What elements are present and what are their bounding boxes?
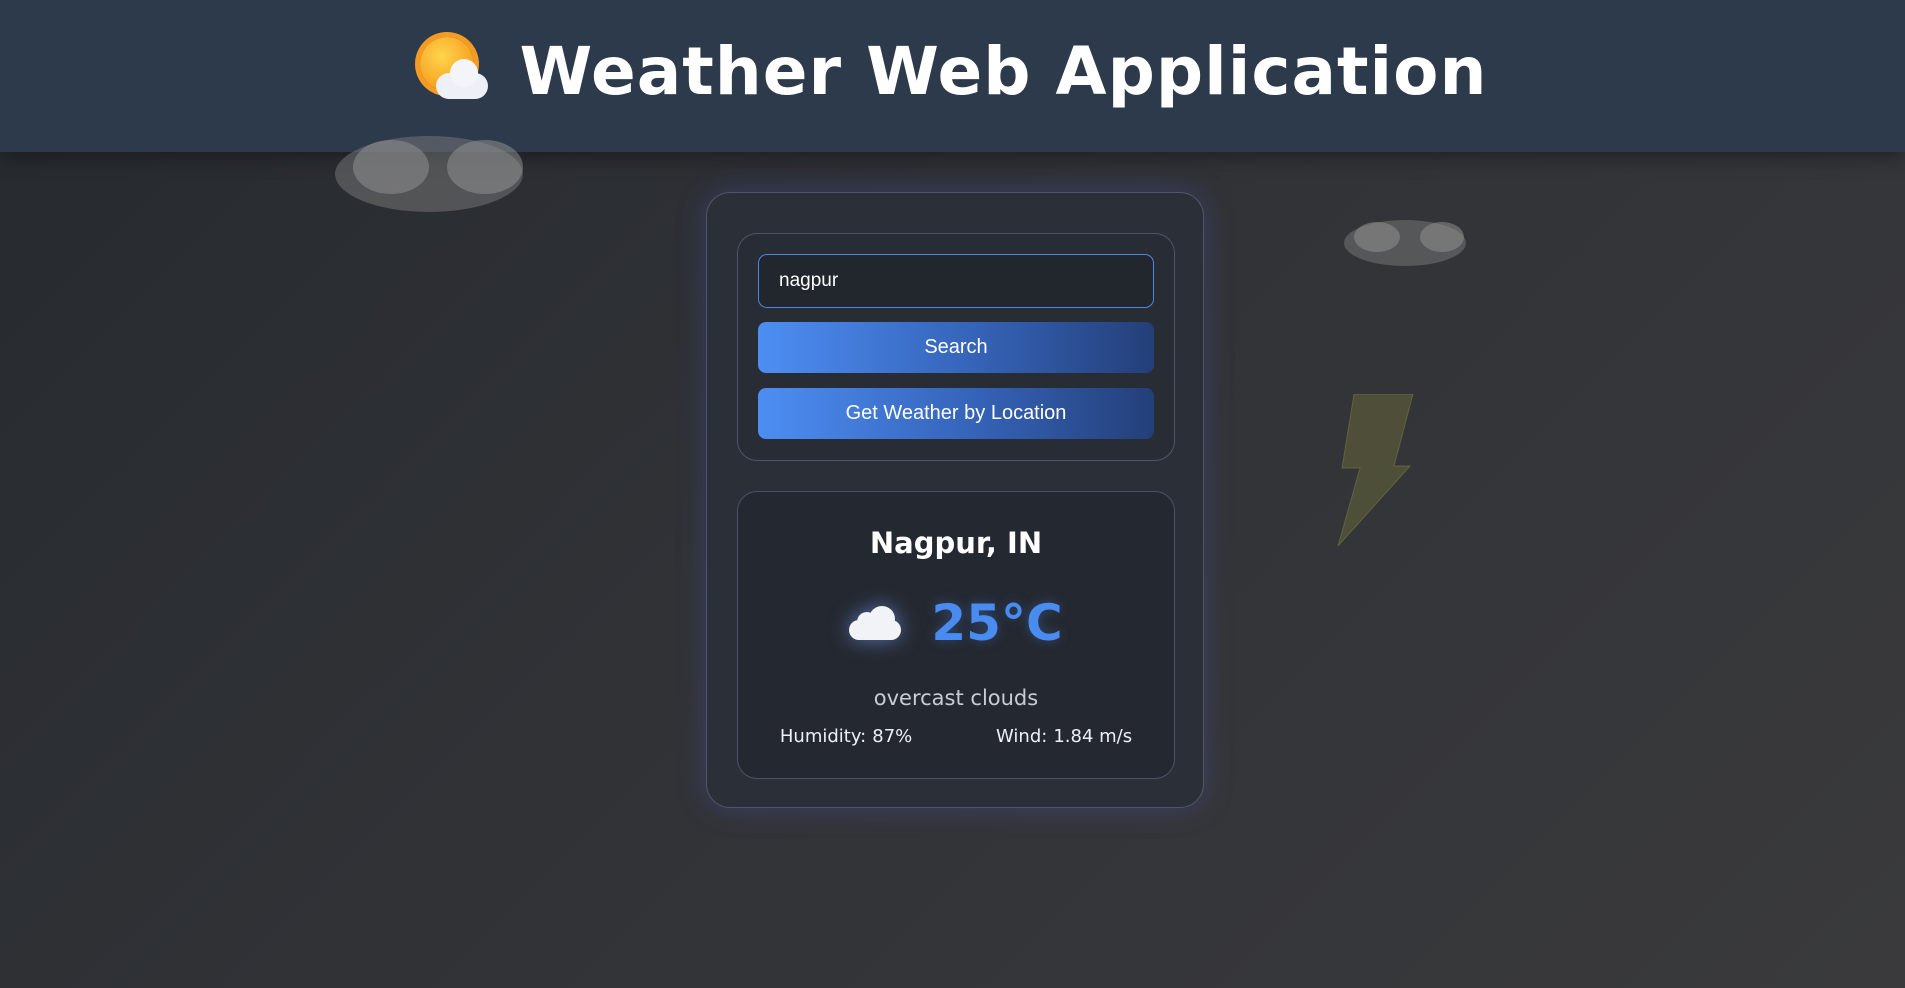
decorative-cloud-icon	[335, 136, 523, 212]
cloud-puff	[1354, 222, 1400, 252]
temperature-row: 25°C	[738, 594, 1174, 652]
city-search-input[interactable]	[758, 254, 1154, 308]
wind-label: Wind:	[996, 726, 1048, 747]
cloud-icon	[849, 606, 903, 640]
humidity-value: 87%	[872, 726, 913, 747]
city-name: Nagpur, IN	[869, 526, 1043, 560]
sun-behind-cloud-icon	[418, 35, 490, 107]
weather-description: overcast clouds	[873, 686, 1039, 710]
search-panel: Search Get Weather by Location	[737, 233, 1175, 461]
weather-result-panel: Nagpur, IN 25°C overcast clouds Humidity…	[737, 491, 1175, 779]
weather-stats: Humidity: 87% Wind: 1.84 m/s	[738, 726, 1174, 747]
cloud-puff	[1420, 222, 1464, 252]
header-content: Weather Web Application	[418, 33, 1488, 110]
wind-value: 1.84 m/s	[1053, 726, 1133, 747]
cloud-shape	[435, 59, 488, 99]
wind-stat: Wind: 1.84 m/s	[996, 726, 1132, 747]
cloud-puff	[353, 140, 429, 194]
lightning-bolt-icon	[1337, 394, 1414, 546]
cloud-puff	[447, 140, 523, 194]
weather-card: Search Get Weather by Location Nagpur, I…	[706, 192, 1204, 808]
search-button[interactable]: Search	[758, 322, 1154, 373]
temperature-value: 25°C	[931, 594, 1063, 652]
get-weather-by-location-button[interactable]: Get Weather by Location	[758, 388, 1154, 439]
app-header: Weather Web Application	[0, 0, 1905, 152]
humidity-label: Humidity:	[779, 726, 867, 747]
app-title: Weather Web Application	[519, 32, 1488, 110]
humidity-stat: Humidity: 87%	[780, 726, 912, 747]
decorative-cloud-icon	[1344, 220, 1466, 266]
